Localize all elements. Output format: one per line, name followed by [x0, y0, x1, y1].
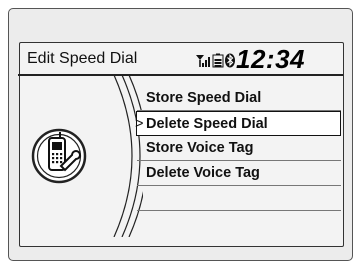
- menu-item-label: Store Speed Dial: [146, 90, 262, 106]
- menu-item-label: Store Voice Tag: [146, 140, 254, 156]
- phone-settings-icon: [31, 128, 87, 184]
- status-icons: [196, 52, 236, 68]
- speed-dial-menu: Store Speed Dial > Delete Speed Dial Sto…: [135, 86, 341, 211]
- signal-icon: [196, 55, 210, 67]
- selection-pointer-icon: >: [135, 116, 144, 132]
- menu-item-empty[interactable]: [137, 186, 341, 211]
- menu-item-delete-speed-dial[interactable]: > Delete Speed Dial: [135, 111, 341, 136]
- bluetooth-icon: [225, 53, 235, 68]
- menu-item-label: Delete Voice Tag: [146, 165, 260, 181]
- page-title: Edit Speed Dial: [27, 50, 138, 67]
- menu-item-store-voice-tag[interactable]: Store Voice Tag: [137, 136, 341, 161]
- menu-item-delete-voice-tag[interactable]: Delete Voice Tag: [137, 161, 341, 186]
- menu-item-label: Delete Speed Dial: [146, 116, 268, 132]
- left-panel: [18, 74, 148, 238]
- battery-icon: [212, 53, 224, 68]
- menu-item-store-speed-dial[interactable]: Store Speed Dial: [137, 86, 341, 111]
- menu-divider: [137, 210, 341, 211]
- clock: 12:34: [236, 44, 305, 74]
